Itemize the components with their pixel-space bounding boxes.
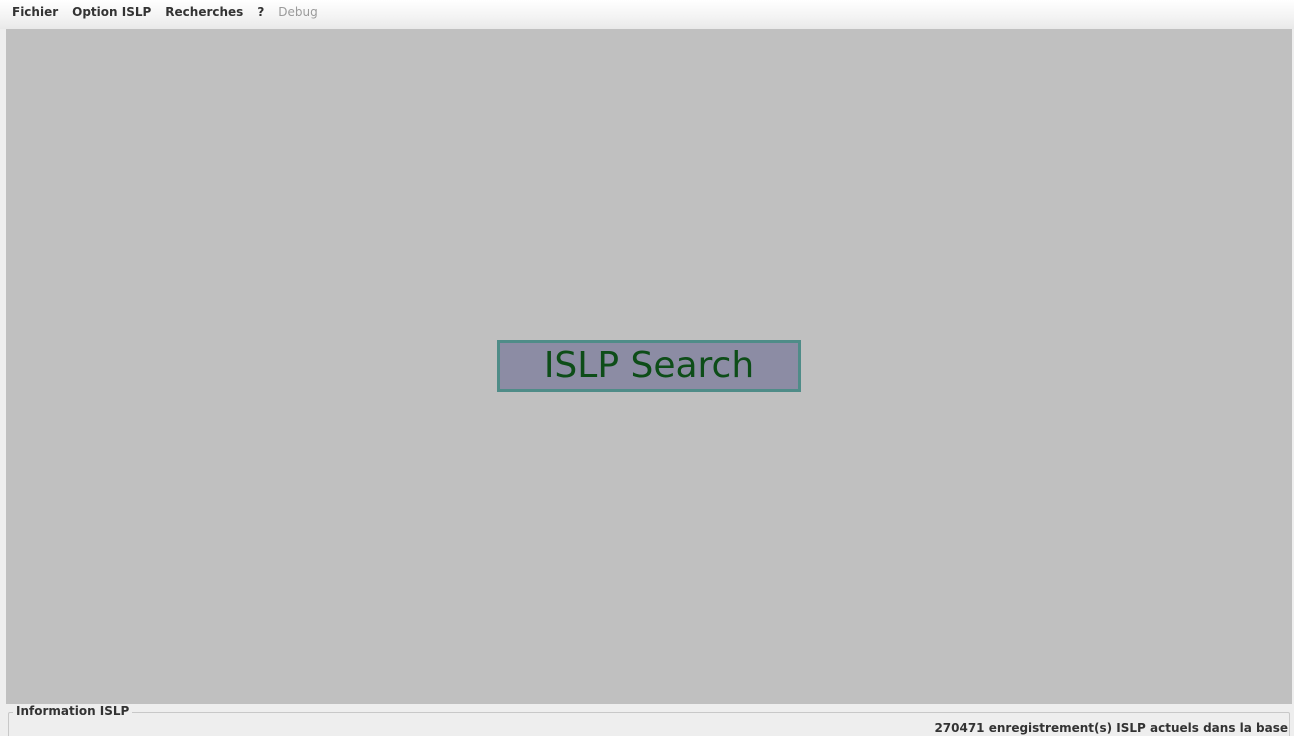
menu-option-islp[interactable]: Option ISLP <box>65 1 158 23</box>
menu-debug: Debug <box>278 4 318 19</box>
menu-recherches[interactable]: Recherches <box>158 1 250 23</box>
record-count-status: 270471 enregistrement(s) ISLP actuels da… <box>934 721 1288 735</box>
information-panel: Information ISLP 270471 enregistrement(s… <box>6 704 1292 736</box>
menu-help[interactable]: ? <box>250 1 271 23</box>
main-desktop-area: ISLP Search <box>6 29 1292 704</box>
islp-search-button[interactable]: ISLP Search <box>497 340 801 392</box>
islp-search-label: ISLP Search <box>543 345 755 386</box>
application-window: Fichier Option ISLP Recherches ? Debug I… <box>0 0 1294 736</box>
information-panel-title: Information ISLP <box>13 704 133 719</box>
menu-bar: Fichier Option ISLP Recherches ? Debug <box>0 0 1294 29</box>
menu-fichier[interactable]: Fichier <box>5 1 65 23</box>
